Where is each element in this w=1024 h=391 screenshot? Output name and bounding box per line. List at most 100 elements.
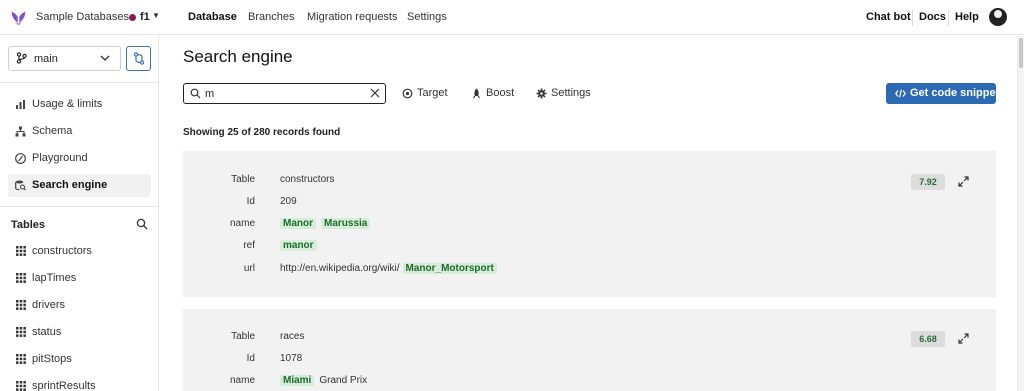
- playground-icon: [15, 153, 26, 164]
- table-item-laptimes[interactable]: lapTimes: [8, 268, 151, 290]
- schema-icon: [15, 126, 26, 137]
- help-link[interactable]: Help: [955, 11, 979, 23]
- sidebar-item-playground[interactable]: Playground: [8, 147, 151, 170]
- sidebar-item-search-engine[interactable]: Search engine: [8, 174, 151, 197]
- field-key: Table: [231, 331, 255, 342]
- records-count: Showing 25 of 280 records found: [183, 127, 341, 138]
- highlight-match: Manor_Motorsport: [402, 263, 497, 274]
- field-value: http://en.wikipedia.org/wiki/ Manor_Moto…: [280, 263, 497, 274]
- top-bar: Sample Databases f1 ▼ Database Branches …: [0, 0, 1024, 35]
- field-value: constructors: [280, 174, 335, 185]
- field-key: url: [243, 263, 255, 274]
- field-row: name Manor Marussia: [183, 218, 996, 234]
- highlight-match: Manor: [280, 218, 316, 229]
- database-color-dot: [129, 14, 136, 21]
- docs-link[interactable]: Docs: [919, 11, 946, 23]
- search-field[interactable]: [183, 83, 386, 104]
- nav-branches[interactable]: Branches: [248, 11, 294, 23]
- git-compare-icon: [133, 52, 145, 65]
- divider: [0, 82, 159, 83]
- sidebar-item-schema[interactable]: Schema: [8, 120, 151, 143]
- branch-compare-button[interactable]: [126, 46, 151, 71]
- table-item-sprintresults[interactable]: sprintResults: [8, 376, 151, 391]
- xata-logo-icon[interactable]: [10, 9, 27, 26]
- result-card[interactable]: 6.68 Table races Id 1078 name Miami Gran…: [183, 309, 996, 391]
- table-item-pitstops[interactable]: pitStops: [8, 349, 151, 371]
- field-value: 209: [280, 196, 297, 207]
- sidebar-item-label: Schema: [32, 125, 73, 137]
- table-item-constructors[interactable]: constructors: [8, 241, 151, 263]
- sidebar-item-label: Playground: [32, 152, 88, 164]
- table-item-drivers[interactable]: drivers: [8, 295, 151, 317]
- field-key: Id: [246, 196, 255, 207]
- user-avatar[interactable]: [989, 8, 1007, 26]
- gear-icon: [536, 88, 547, 99]
- page-title: Search engine: [183, 47, 293, 66]
- result-card[interactable]: 7.92 Table constructors Id 209 name Mano…: [183, 151, 996, 297]
- table-grid-icon: [16, 273, 26, 283]
- close-icon[interactable]: [370, 88, 380, 98]
- field-key: name: [229, 375, 255, 386]
- rocket-icon: [473, 88, 480, 99]
- sidebar: main Usage & limits Schema Playground Se…: [0, 36, 159, 391]
- field-value: manor: [280, 240, 317, 251]
- search-input[interactable]: [205, 86, 355, 101]
- chat-bot-link[interactable]: Chat bot: [866, 11, 911, 23]
- branch-name: main: [34, 53, 58, 65]
- get-code-snippet-button[interactable]: Get code snippet: [886, 83, 999, 104]
- field-value: races: [280, 331, 305, 342]
- table-grid-icon: [16, 327, 26, 337]
- table-grid-icon: [16, 300, 26, 310]
- nav-database[interactable]: Database: [188, 11, 237, 23]
- field-key: ref: [243, 240, 255, 251]
- divider: [948, 10, 949, 26]
- field-key: Table: [231, 174, 255, 185]
- table-item-label: sprintResults: [32, 380, 96, 391]
- nav-settings[interactable]: Settings: [407, 11, 447, 23]
- sidebar-item-usage[interactable]: Usage & limits: [8, 93, 151, 116]
- branch-selector[interactable]: main: [8, 46, 121, 71]
- table-grid-icon: [16, 354, 26, 364]
- table-grid-icon: [16, 381, 26, 391]
- chevron-down-icon[interactable]: ▼: [152, 11, 160, 20]
- field-row: Table constructors: [183, 174, 996, 190]
- field-value: Manor Marussia: [280, 218, 371, 229]
- workspace-name[interactable]: Sample Databases: [36, 11, 129, 23]
- target-icon: [402, 88, 413, 99]
- page-scrollbar[interactable]: [1017, 36, 1024, 391]
- field-key: Id: [246, 353, 255, 364]
- divider: [0, 206, 159, 207]
- sidebar-item-label: Usage & limits: [32, 98, 103, 110]
- database-selector[interactable]: f1: [140, 11, 150, 23]
- settings-label: Settings: [551, 87, 591, 99]
- table-item-label: status: [32, 326, 62, 338]
- field-row: url http://en.wikipedia.org/wiki/ Manor_…: [183, 263, 996, 279]
- field-row: name Miami Grand Prix: [183, 375, 996, 391]
- scrollbar-thumb[interactable]: [1019, 38, 1023, 68]
- table-grid-icon: [16, 246, 26, 256]
- search-icon[interactable]: [136, 218, 148, 230]
- table-item-status[interactable]: status: [8, 322, 151, 344]
- field-key: name: [229, 218, 255, 229]
- nav-migration-requests[interactable]: Migration requests: [307, 11, 398, 23]
- tables-heading: Tables: [11, 219, 46, 231]
- field-row: Table races: [183, 331, 996, 347]
- target-label: Target: [417, 87, 448, 99]
- search-icon: [190, 88, 201, 99]
- table-item-label: drivers: [32, 299, 66, 311]
- code-icon: [895, 89, 906, 98]
- divider: [912, 10, 913, 26]
- sidebar-item-label: Search engine: [32, 179, 108, 191]
- table-item-label: pitStops: [32, 353, 72, 365]
- highlight-match: Marussia: [321, 218, 371, 229]
- boost-label: Boost: [486, 87, 515, 99]
- highlight-match: Miami: [280, 375, 315, 386]
- bar-chart-icon: [16, 100, 25, 109]
- field-value: 1078: [280, 353, 303, 364]
- table-item-label: lapTimes: [32, 272, 77, 284]
- table-item-label: constructors: [32, 245, 92, 257]
- branch-icon: [16, 52, 27, 64]
- search-engine-icon: [15, 180, 26, 191]
- field-value: Miami Grand Prix: [280, 375, 367, 386]
- field-row: ref manor: [183, 240, 996, 256]
